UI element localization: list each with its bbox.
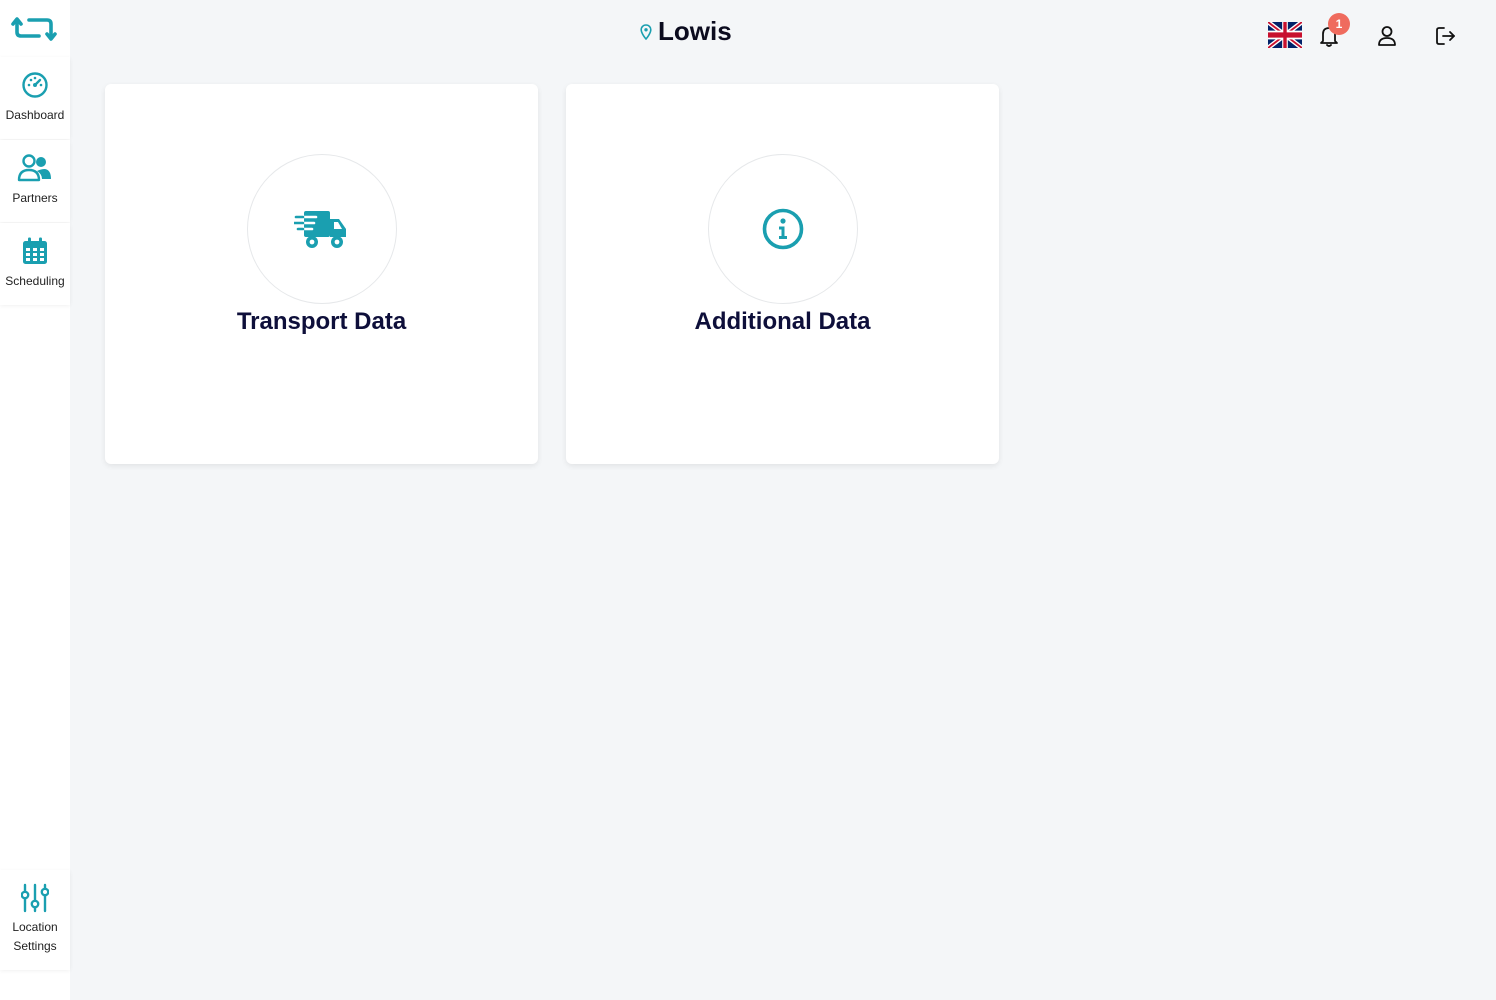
notification-badge: 1 [1328,13,1350,35]
map-pin-icon [640,23,652,40]
sidebar: Dashboard Partners Scheduling Location S… [0,0,70,1000]
truck-icon [293,211,346,248]
info-icon [762,208,803,250]
calendar-icon [23,237,47,264]
sidebar-item-location-settings[interactable]: Location Settings [0,870,70,970]
sliders-icon [21,883,49,913]
card-title: Additional Data [694,308,871,335]
sidebar-item-label: Location Settings [12,920,58,953]
logout-icon[interactable] [1434,24,1458,48]
card-icon-circle [707,154,858,304]
logo-arrows-icon [11,17,57,41]
sidebar-item-label: Scheduling [5,274,65,288]
card-title: Transport Data [236,308,407,335]
card-icon-circle [246,154,397,304]
additional-data-card[interactable]: Additional Data [566,84,999,464]
gauge-icon [22,72,48,98]
user-icon[interactable] [1376,24,1398,48]
sidebar-item-label: Partners [12,191,58,205]
users-icon [17,154,51,182]
sidebar-item-label: Dashboard [5,108,65,122]
transport-data-card[interactable]: Transport Data [105,84,538,464]
location-title: Lowis [640,16,732,47]
sidebar-item-partners[interactable]: Partners [0,140,70,222]
sidebar-item-dashboard[interactable]: Dashboard [0,57,70,139]
uk-flag-icon[interactable] [1268,22,1302,48]
location-name: Lowis [658,16,732,46]
app-logo[interactable] [0,0,70,56]
sidebar-item-scheduling[interactable]: Scheduling [0,223,70,305]
